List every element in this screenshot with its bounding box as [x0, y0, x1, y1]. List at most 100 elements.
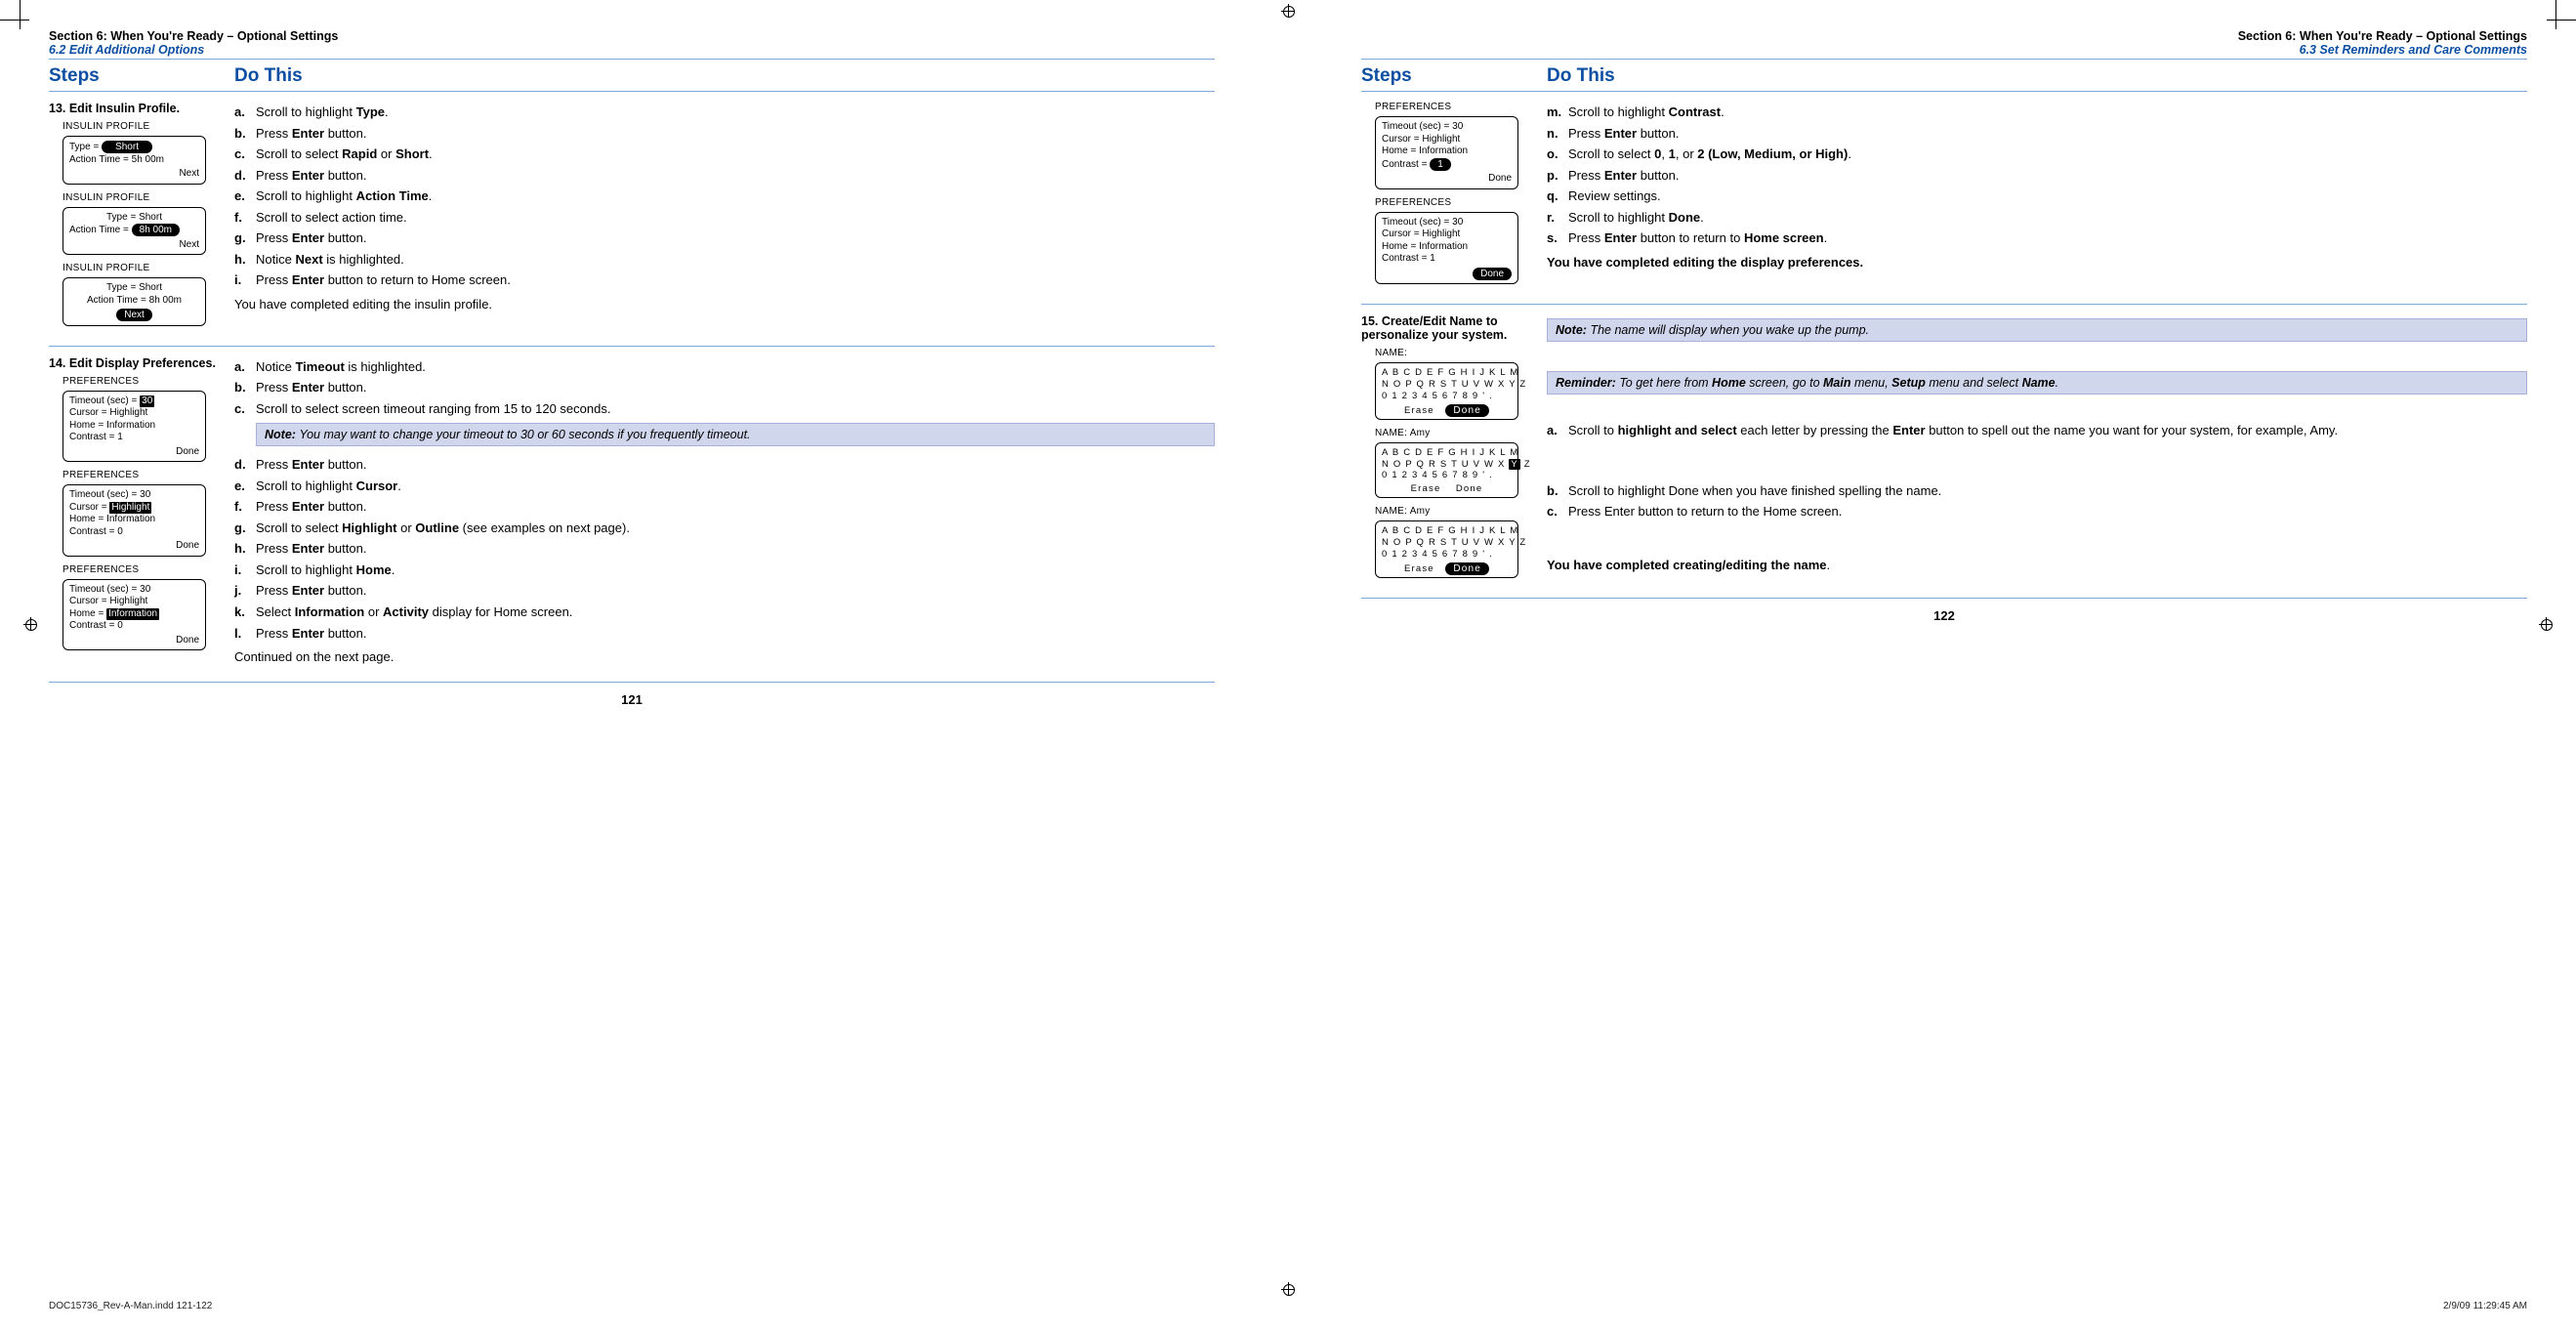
substep-text: Press Enter button. — [256, 540, 1215, 558]
highlighted-value: Information — [106, 608, 159, 621]
screen-title: PREFERENCES — [1375, 102, 1537, 112]
screen-title: PREFERENCES — [62, 376, 225, 387]
steps-column: Steps — [49, 63, 225, 89]
substep-text: Notice Timeout is highlighted. — [256, 358, 1215, 376]
device-screen: Timeout (sec) = 30 Cursor = Highlight Ho… — [62, 391, 206, 463]
content-columns: Steps Do This — [1361, 63, 2527, 89]
highlighted-value: 8h 00m — [132, 224, 180, 236]
device-screen: A B C D E F G H I J K L M N O P Q R S T … — [1375, 362, 1518, 420]
substep-text: Press Enter button to return to Home scr… — [256, 271, 1215, 289]
screen-next: Next — [63, 168, 205, 184]
completion-text: You have completed editing the display p… — [1547, 255, 2527, 270]
divider — [1361, 59, 2527, 60]
note-callout: Note: You may want to change your timeou… — [256, 423, 1215, 446]
screen-done: Done — [63, 540, 205, 556]
substep-text: Press Enter button. — [1568, 167, 2527, 185]
substep-text: Scroll to highlight Contrast. — [1568, 104, 2527, 121]
continued-text: Continued on the next page. — [234, 649, 1215, 664]
substep-text: Scroll to highlight Type. — [256, 104, 1215, 121]
highlighted-value: 1 — [1430, 158, 1451, 171]
step-title: 14. Edit Display Preferences. — [49, 356, 225, 370]
device-screen: Timeout (sec) = 30 Cursor = Highlight Ho… — [1375, 212, 1518, 285]
substep-text: Press Enter button to return to the Home… — [1568, 503, 2527, 520]
substep-text: Select Information or Activity display f… — [256, 603, 1215, 621]
indesign-slug: DOC15736_Rev-A-Man.indd 121-122 — [49, 1301, 212, 1311]
page-header: Section 6: When You're Ready – Optional … — [1361, 29, 2527, 57]
steps-heading: Steps — [1361, 63, 1537, 89]
device-screen: A B C D E F G H I J K L M N O P Q R S T … — [1375, 520, 1518, 578]
substep-text: Press Enter button. — [256, 379, 1215, 396]
substep-text: Scroll to highlight Done when you have f… — [1568, 482, 2527, 500]
substep-text: Review settings. — [1568, 187, 2527, 205]
substep-text: Press Enter button to return to Home scr… — [1568, 229, 2527, 247]
page-number: 121 — [49, 692, 1215, 707]
highlighted-letter: Y — [1509, 459, 1520, 471]
content-columns: Steps Do This — [49, 63, 1215, 89]
screen-title: NAME: Amy — [1375, 428, 1537, 438]
substeps: b.Scroll to highlight Done when you have… — [1547, 480, 2527, 522]
substeps: m.Scroll to highlight Contrast. n.Press … — [1547, 102, 2527, 249]
screen-title: INSULIN PROFILE — [62, 192, 225, 203]
substep-text: Scroll to select Highlight or Outline (s… — [256, 520, 1215, 537]
screen-title: PREFERENCES — [62, 470, 225, 480]
done-highlighted: Done — [1445, 404, 1489, 417]
substep-text: Scroll to highlight and select each lett… — [1568, 422, 2527, 439]
screen-title: PREFERENCES — [1375, 197, 1537, 208]
screen-done: Done — [63, 446, 205, 462]
crop-mark — [20, 0, 21, 29]
crop-mark — [2555, 0, 2556, 29]
screen-done: Done — [63, 635, 205, 650]
divider — [1361, 598, 2527, 599]
screen-title: NAME: Amy — [1375, 506, 1537, 517]
screen-done-highlighted: Done — [1473, 268, 1512, 280]
substep-text: Scroll to select 0, 1, or 2 (Low, Medium… — [1568, 146, 2527, 163]
subsection-title: 6.2 Edit Additional Options — [49, 43, 1215, 57]
subsection-title: 6.3 Set Reminders and Care Comments — [1361, 43, 2527, 57]
substeps: d.Press Enter button. e.Scroll to highli… — [234, 454, 1215, 644]
page-number: 122 — [1361, 608, 2527, 623]
substep-text: Scroll to highlight Action Time. — [256, 187, 1215, 205]
screen-done: Done — [1376, 173, 1517, 188]
erase-label: Erase — [1404, 563, 1434, 574]
substep-text: Notice Next is highlighted. — [256, 251, 1215, 269]
do-this-column: Do This — [234, 63, 1215, 89]
page-header: Section 6: When You're Ready – Optional … — [49, 29, 1215, 57]
highlighted-value: 30 — [140, 395, 154, 408]
device-screen: Timeout (sec) = 30 Cursor = Highlight Ho… — [62, 579, 206, 651]
step-15: 15. Create/Edit Name to personalize your… — [1361, 314, 2527, 586]
screen-next-highlighted: Next — [116, 309, 152, 321]
substep-text: Scroll to highlight Cursor. — [256, 478, 1215, 495]
divider — [1361, 91, 2527, 92]
substeps: a.Scroll to highlight and select each le… — [1547, 420, 2527, 441]
done-highlighted: Done — [1445, 562, 1489, 575]
erase-label: Erase — [1404, 405, 1434, 416]
step-14-continued: PREFERENCES Timeout (sec) = 30 Cursor = … — [1361, 102, 2527, 292]
device-screen: Timeout (sec) = 30 Cursor = Highlight Ho… — [1375, 116, 1518, 189]
screen-title: NAME: — [1375, 348, 1537, 358]
divider — [49, 682, 1215, 683]
substeps: a.Notice Timeout is highlighted. b.Press… — [234, 356, 1215, 420]
registration-mark — [1281, 1282, 1295, 1296]
crop-mark — [2547, 20, 2576, 21]
steps-heading: Steps — [49, 63, 225, 89]
divider — [49, 59, 1215, 60]
substep-text: Press Enter button. — [256, 229, 1215, 247]
erase-label: Erase — [1411, 483, 1441, 494]
substep-text: Scroll to highlight Done. — [1568, 209, 2527, 227]
substep-text: Press Enter button. — [256, 456, 1215, 474]
device-screen: Type = Short Action Time = 8h 00m Next — [62, 207, 206, 256]
registration-mark — [2539, 617, 2553, 631]
substep-text: Scroll to select screen timeout ranging … — [256, 400, 1215, 418]
substep-text: Press Enter button. — [256, 625, 1215, 643]
screen-title: INSULIN PROFILE — [62, 263, 225, 273]
note-callout: Note: The name will display when you wak… — [1547, 318, 2527, 342]
completion-text: You have completed creating/editing the … — [1547, 558, 2527, 572]
reminder-callout: Reminder: To get here from Home screen, … — [1547, 371, 2527, 395]
screen-title: PREFERENCES — [62, 564, 225, 575]
completion-text: You have completed editing the insulin p… — [234, 297, 1215, 312]
step-title: 13. Edit Insulin Profile. — [49, 102, 225, 115]
substep-text: Press Enter button. — [256, 167, 1215, 185]
device-screen: Type = Short Action Time = 5h 00m Next — [62, 136, 206, 185]
page-122: Section 6: When You're Ready – Optional … — [1361, 29, 2527, 1272]
substep-text: Press Enter button. — [256, 498, 1215, 516]
